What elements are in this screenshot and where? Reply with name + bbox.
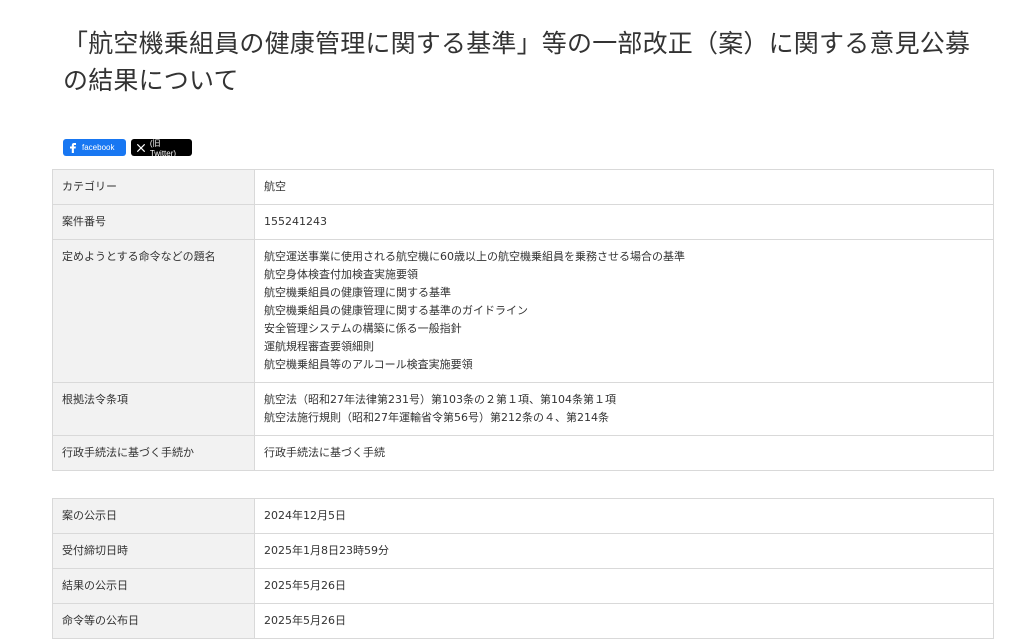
x-logo-icon bbox=[136, 143, 146, 152]
legal-basis-item: 航空法（昭和27年法律第231号）第103条の２第１項、第104条第１項 bbox=[264, 393, 616, 406]
order-title-item: 航空身体検査付加検査実施要領 bbox=[264, 268, 418, 281]
legal-basis-label: 根拠法令条項 bbox=[52, 382, 255, 436]
deadline-label: 受付締切日時 bbox=[52, 533, 255, 569]
order-title-item: 航空機乗組員の健康管理に関する基準 bbox=[264, 286, 451, 299]
announce-date-label: 案の公示日 bbox=[52, 498, 255, 534]
legal-basis-list: 航空法（昭和27年法律第231号）第103条の２第１項、第104条第１項 航空法… bbox=[254, 382, 994, 436]
facebook-share-label: facebook bbox=[82, 143, 115, 152]
promulgation-date-label: 命令等の公布日 bbox=[52, 603, 255, 639]
order-title-item: 航空機乗組員の健康管理に関する基準のガイドライン bbox=[264, 304, 528, 317]
deadline-value: 2025年1月8日23時59分 bbox=[254, 533, 994, 569]
table-row: 受付締切日時 2025年1月8日23時59分 bbox=[52, 533, 994, 569]
procedure-label: 行政手続法に基づく手続か bbox=[52, 435, 255, 471]
order-title-list: 航空運送事業に使用される航空機に60歳以上の航空機乗組員を乗務させる場合の基準 … bbox=[254, 239, 994, 383]
x-share-button[interactable]: (旧Twitter) bbox=[131, 138, 192, 158]
table-row: 定めようとする命令などの題名 航空運送事業に使用される航空機に60歳以上の航空機… bbox=[52, 239, 994, 383]
x-share-label: (旧Twitter) bbox=[149, 138, 177, 158]
table-row: 命令等の公布日 2025年5月26日 bbox=[52, 603, 994, 639]
table-row: 案件番号 155241243 bbox=[52, 204, 994, 240]
announce-date-value: 2024年12月5日 bbox=[254, 498, 994, 534]
category-label: カテゴリー bbox=[52, 169, 255, 205]
result-date-value: 2025年5月26日 bbox=[254, 568, 994, 604]
case-details-table: カテゴリー 航空 案件番号 155241243 定めようとする命令などの題名 航… bbox=[52, 169, 994, 471]
case-number-label: 案件番号 bbox=[52, 204, 255, 240]
facebook-share-button[interactable]: facebook bbox=[63, 139, 126, 156]
page-title: 「航空機乗組員の健康管理に関する基準」等の一部改正（案）に関する意見公募の結果に… bbox=[63, 29, 971, 95]
order-title-label: 定めようとする命令などの題名 bbox=[52, 239, 255, 383]
legal-basis-item: 航空法施行規則（昭和27年運輸省令第56号）第212条の４、第214条 bbox=[264, 411, 609, 424]
table-row: 根拠法令条項 航空法（昭和27年法律第231号）第103条の２第１項、第104条… bbox=[52, 382, 994, 436]
promulgation-date-value: 2025年5月26日 bbox=[254, 603, 994, 639]
order-title-item: 航空運送事業に使用される航空機に60歳以上の航空機乗組員を乗務させる場合の基準 bbox=[264, 250, 685, 263]
result-date-label: 結果の公示日 bbox=[52, 568, 255, 604]
share-buttons: facebook (旧Twitter) bbox=[63, 138, 192, 158]
table-row: 結果の公示日 2025年5月26日 bbox=[52, 568, 994, 604]
order-title-item: 航空機乗組員等のアルコール検査実施要領 bbox=[264, 358, 473, 371]
order-title-item: 安全管理システムの構築に係る一般指針 bbox=[264, 322, 462, 335]
case-number-value: 155241243 bbox=[254, 204, 994, 240]
facebook-icon bbox=[68, 142, 78, 153]
category-value: 航空 bbox=[254, 169, 994, 205]
page: 「航空機乗組員の健康管理に関する基準」等の一部改正（案）に関する意見公募の結果に… bbox=[0, 0, 1024, 643]
table-row: 行政手続法に基づく手続か 行政手続法に基づく手続 bbox=[52, 435, 994, 471]
order-title-item: 運航規程審査要領細則 bbox=[264, 340, 374, 353]
procedure-value: 行政手続法に基づく手続 bbox=[254, 435, 994, 471]
table-row: 案の公示日 2024年12月5日 bbox=[52, 498, 994, 534]
table-row: カテゴリー 航空 bbox=[52, 169, 994, 205]
dates-table: 案の公示日 2024年12月5日 受付締切日時 2025年1月8日23時59分 … bbox=[52, 498, 994, 639]
